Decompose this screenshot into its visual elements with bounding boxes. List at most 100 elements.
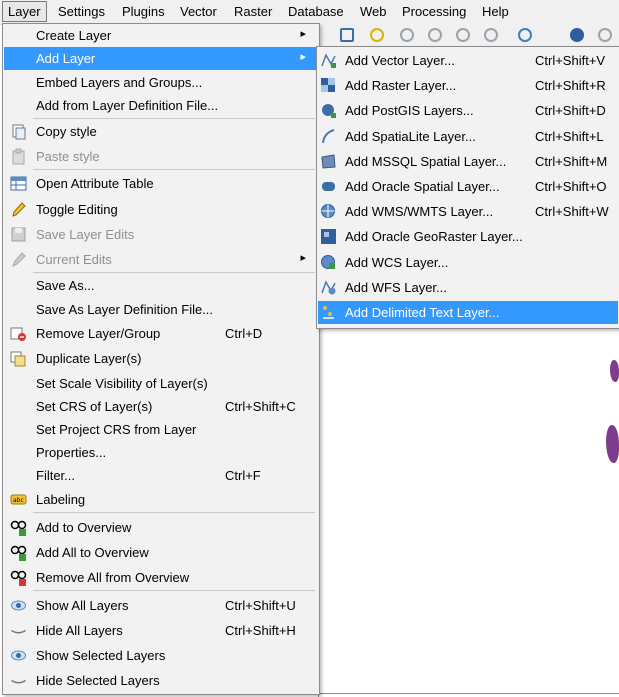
- menu-item-label: Copy style: [36, 124, 97, 139]
- duplicate-layer-icon: [10, 351, 26, 367]
- menu-item-label: Add Layer: [36, 51, 96, 66]
- menu-item-add-from-layer-definition-file[interactable]: Add from Layer Definition File...: [4, 94, 318, 117]
- layer-menu: Create Layer ▸ Add Layer ▸ Embed Layers and …: [2, 23, 320, 695]
- menu-database[interactable]: Database: [288, 4, 344, 19]
- menu-item-set-crs-of-layer-s[interactable]: Set CRS of Layer(s) Ctrl+Shift+C: [4, 395, 318, 418]
- menu-item-label: Remove Layer/Group: [36, 326, 161, 341]
- menu-item-save-as-layer-definition-file[interactable]: Save As Layer Definition File...: [4, 298, 318, 321]
- menu-item-label: Add All to Overview: [36, 545, 149, 560]
- toolbar-icon[interactable]: [340, 28, 354, 42]
- menu-item-properties[interactable]: Properties...: [4, 441, 318, 464]
- submenu-item-add-oracle-spatial-layer[interactable]: Add Oracle Spatial Layer... Ctrl+Shift+O: [318, 175, 618, 198]
- submenu-item-add-spatialite-layer[interactable]: Add SpatiaLite Layer... Ctrl+Shift+L: [318, 125, 618, 148]
- menu-item-copy-style[interactable]: Copy style: [4, 120, 318, 143]
- menu-vector[interactable]: Vector: [180, 4, 217, 19]
- menu-item-shortcut: Ctrl+Shift+L: [535, 128, 604, 144]
- menu-item-label: Save As...: [36, 278, 95, 293]
- attribute-table-icon: [10, 176, 27, 191]
- menu-item-label: Open Attribute Table: [36, 176, 154, 191]
- menu-plugins[interactable]: Plugins: [122, 4, 165, 19]
- remove-layer-icon: [10, 327, 26, 341]
- menu-item-current-edits[interactable]: Current Edits ▸: [4, 248, 318, 271]
- menu-item-embed-layers-and-groups[interactable]: Embed Layers and Groups...: [4, 71, 318, 94]
- menu-item-filter[interactable]: Filter... Ctrl+F: [4, 464, 318, 487]
- menu-item-open-attribute-table[interactable]: Open Attribute Table: [4, 172, 318, 195]
- menu-item-label: Properties...: [36, 445, 107, 460]
- menu-item-save-as[interactable]: Save As...: [4, 274, 318, 297]
- oracle-icon: [322, 182, 335, 191]
- submenu-item-add-wcs-layer[interactable]: Add WCS Layer...: [318, 251, 618, 274]
- paste-style-icon: [12, 148, 25, 165]
- submenu-item-add-wms-wmts-layer[interactable]: Add WMS/WMTS Layer... Ctrl+Shift+W: [318, 200, 618, 223]
- menu-item-set-project-crs-from-layer[interactable]: Set Project CRS from Layer: [4, 418, 318, 441]
- menu-item-add-to-overview[interactable]: Add to Overview: [4, 516, 318, 539]
- submenu-item-add-vector-layer[interactable]: Add Vector Layer... Ctrl+Shift+V: [318, 49, 618, 72]
- menu-item-show-selected-layers[interactable]: Show Selected Layers: [4, 644, 318, 667]
- menu-item-label: Add to Overview: [36, 520, 132, 535]
- menu-item-label: Set Scale Visibility of Layer(s): [36, 376, 208, 391]
- menu-item-set-scale-visibility-of-layer-s[interactable]: Set Scale Visibility of Layer(s): [4, 372, 318, 395]
- menu-layer[interactable]: Layer: [2, 1, 47, 22]
- menu-item-remove-all-from-overview[interactable]: Remove All from Overview: [4, 566, 318, 589]
- menu-raster[interactable]: Raster: [234, 4, 272, 19]
- submenu-arrow-icon: ▸: [300, 51, 306, 63]
- menu-item-shortcut: Ctrl+Shift+C: [225, 399, 296, 414]
- eye-closed-icon: [11, 679, 26, 684]
- mssql-icon: [321, 154, 336, 169]
- toolbar-icon[interactable]: [456, 28, 470, 42]
- submenu-item-add-wfs-layer[interactable]: Add WFS Layer...: [318, 276, 618, 299]
- pencil-icon: [12, 202, 26, 217]
- menu-item-hide-selected-layers[interactable]: Hide Selected Layers: [4, 669, 318, 692]
- menu-item-add-all-to-overview[interactable]: Add All to Overview: [4, 541, 318, 564]
- toolbar-icon[interactable]: [400, 28, 414, 42]
- menu-item-label: Add PostGIS Layers...: [345, 103, 474, 119]
- labeling-icon: abc: [10, 494, 27, 505]
- menu-item-label: Show Selected Layers: [36, 648, 166, 663]
- menu-item-label: Hide All Layers: [36, 623, 123, 638]
- refresh-icon[interactable]: [518, 28, 532, 42]
- menu-item-label: Show All Layers: [36, 598, 129, 613]
- menu-item-duplicate-layer-s[interactable]: Duplicate Layer(s): [4, 347, 318, 370]
- menu-item-label: Add WCS Layer...: [345, 254, 449, 270]
- wcs-icon: [321, 254, 335, 269]
- menu-bar: Layer Settings Plugins Vector Raster Dat…: [0, 0, 619, 25]
- menu-item-add-layer[interactable]: Add Layer ▸: [4, 47, 318, 70]
- menu-item-create-layer[interactable]: Create Layer ▸: [4, 24, 318, 47]
- toolbar-icon[interactable]: [484, 28, 498, 42]
- menu-item-label: Add WFS Layer...: [345, 279, 447, 295]
- menu-item-shortcut: Ctrl+D: [225, 326, 263, 341]
- add-layer-submenu: Add Vector Layer... Ctrl+Shift+V Add Raste…: [316, 46, 619, 329]
- toolbar-icon[interactable]: [428, 28, 442, 42]
- menu-item-shortcut: Ctrl+Shift+R: [535, 78, 606, 94]
- toolbar-icon[interactable]: [370, 28, 384, 42]
- menu-item-label: Paste style: [36, 149, 100, 164]
- menu-item-toggle-editing[interactable]: Toggle Editing: [4, 198, 318, 221]
- map-feature: [606, 425, 619, 463]
- menu-web[interactable]: Web: [360, 4, 387, 19]
- map-feature: [610, 360, 619, 382]
- submenu-item-add-oracle-georaster-layer[interactable]: Add Oracle GeoRaster Layer...: [318, 225, 618, 248]
- menu-item-labeling[interactable]: abc Labeling: [4, 488, 318, 511]
- menu-item-show-all-layers[interactable]: Show All Layers Ctrl+Shift+U: [4, 594, 318, 617]
- info-icon[interactable]: [570, 28, 584, 42]
- menu-item-label: Add Delimited Text Layer...: [345, 305, 500, 320]
- menu-settings[interactable]: Settings: [58, 4, 105, 19]
- menu-help[interactable]: Help: [482, 4, 509, 19]
- delimited-text-icon: [323, 306, 334, 319]
- menu-item-label: Add Raster Layer...: [345, 78, 457, 94]
- menu-item-label: Add MSSQL Spatial Layer...: [345, 153, 507, 169]
- submenu-item-add-delimited-text-layer[interactable]: Add Delimited Text Layer...: [318, 301, 618, 324]
- toolbar-icon[interactable]: [598, 28, 612, 42]
- menu-item-remove-layer-group[interactable]: Remove Layer/Group Ctrl+D: [4, 322, 318, 345]
- menu-separator: [33, 590, 315, 591]
- submenu-item-add-mssql-spatial-layer[interactable]: Add MSSQL Spatial Layer... Ctrl+Shift+M: [318, 150, 618, 173]
- submenu-item-add-raster-layer[interactable]: Add Raster Layer... Ctrl+Shift+R: [318, 74, 618, 97]
- current-edits-icon: [12, 252, 26, 268]
- menu-item-save-layer-edits[interactable]: Save Layer Edits: [4, 223, 318, 246]
- submenu-item-add-postgis-layers[interactable]: Add PostGIS Layers... Ctrl+Shift+D: [318, 99, 618, 122]
- menu-item-label: Toggle Editing: [36, 202, 118, 217]
- menu-item-paste-style[interactable]: Paste style: [4, 145, 318, 168]
- menu-item-label: Add Vector Layer...: [345, 53, 455, 68]
- menu-processing[interactable]: Processing: [402, 4, 466, 19]
- menu-item-hide-all-layers[interactable]: Hide All Layers Ctrl+Shift+H: [4, 619, 318, 642]
